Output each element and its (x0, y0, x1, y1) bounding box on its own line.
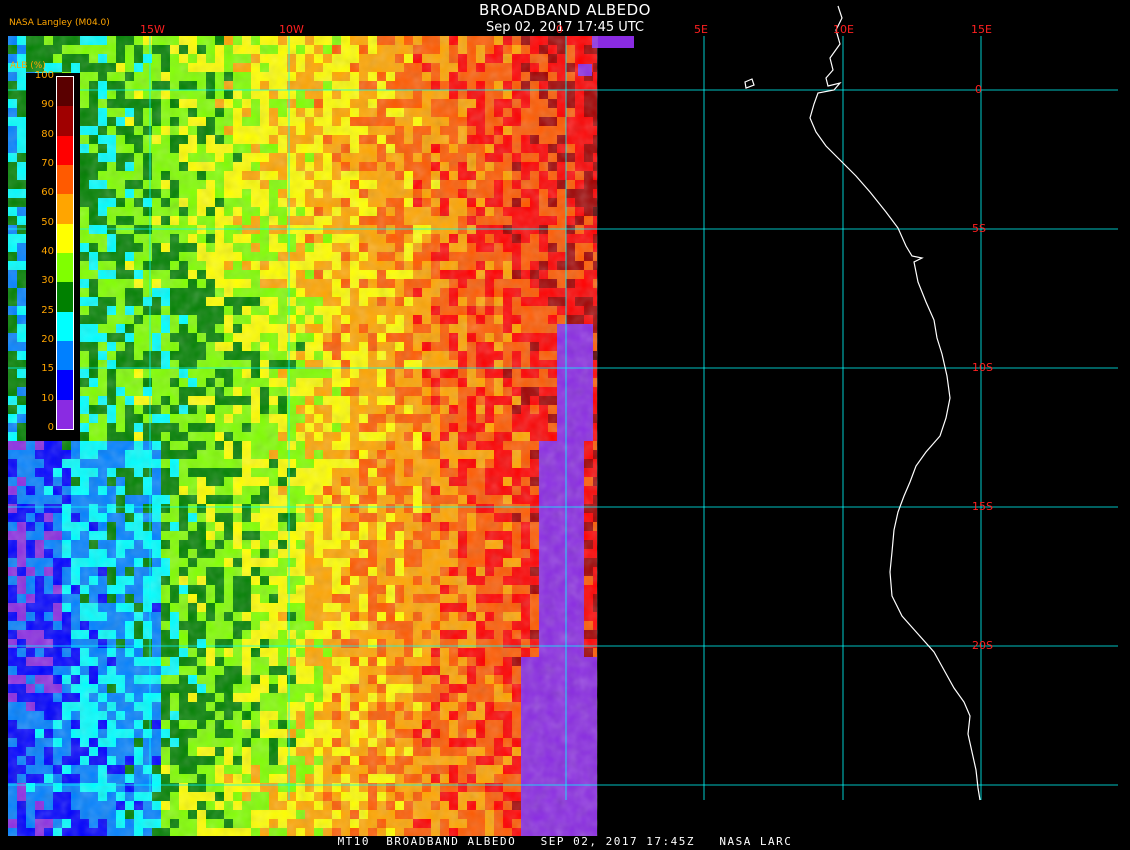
albedo-map-view: BROADBAND ALBEDO Sep 02, 2017 17:45 UTC … (0, 0, 1130, 850)
map-canvas (8, 5, 1118, 836)
